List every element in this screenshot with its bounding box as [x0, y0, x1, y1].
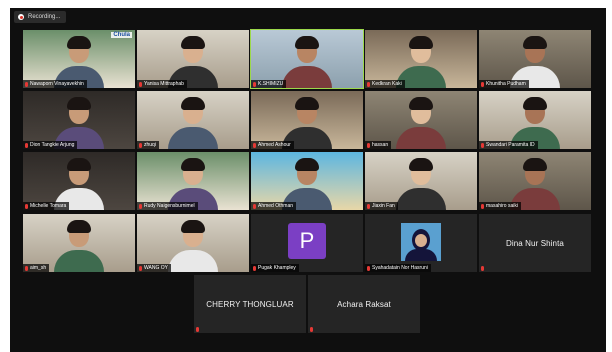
participant-name-tag: K.SHIMIZU: [251, 80, 287, 88]
participant-name-tag: Pugak Khampley: [251, 264, 299, 272]
participant-tile[interactable]: Swandari Paramita ID: [479, 91, 591, 149]
participant-tile[interactable]: Jiaxin Fan: [365, 152, 477, 210]
participant-name-tag: Nawaporn Vinayavekhin: [23, 80, 87, 88]
participant-name: masahiro saiki: [486, 203, 518, 209]
participant-name: Rudy Naigensburnimel: [144, 203, 195, 209]
mic-muted-icon: [253, 265, 256, 271]
mic-muted-icon: [481, 81, 484, 87]
participant-tile[interactable]: P Pugak Khampley: [251, 214, 363, 272]
participant-name-tag: Swandari Paramita ID: [479, 141, 538, 149]
participant-name-tag: Yanisa Mittraphab: [137, 80, 187, 88]
mic-muted-icon: [196, 326, 199, 332]
university-logo: Chula: [111, 32, 132, 38]
recording-indicator[interactable]: Recording...: [14, 11, 67, 23]
mic-muted-icon: [25, 142, 28, 148]
mic-muted-icon: [481, 265, 484, 271]
participant-tile[interactable]: hassan: [365, 91, 477, 149]
participant-tile[interactable]: K.SHIMIZU: [250, 29, 364, 89]
participant-name-tag: Dion Tangkie Arjung: [23, 141, 78, 149]
participant-name: Yanisa Mittraphab: [144, 81, 184, 87]
participant-tile[interactable]: Yanisa Mittraphab: [137, 30, 249, 88]
participant-name-tag: [194, 325, 202, 333]
profile-photo: [401, 223, 441, 261]
participant-display-name: Achara Raksat: [337, 299, 391, 309]
participant-name: Syahadatain Nor Hasruni: [372, 265, 428, 271]
participant-name-tag: Ahmed Ashour: [251, 141, 294, 149]
participant-tile[interactable]: Khunitha Pudham: [479, 30, 591, 88]
participant-name-tag: Kedkran Kaki: [365, 80, 405, 88]
participant-name: Dion Tangkie Arjung: [30, 142, 75, 148]
participant-name-tag: WANG OY: [137, 264, 171, 272]
participant-name: K.SHIMIZU: [258, 81, 284, 87]
record-icon: [18, 14, 24, 20]
mic-muted-icon: [367, 81, 370, 87]
participant-name-tag: Khunitha Pudham: [479, 80, 529, 88]
mic-muted-icon: [481, 142, 484, 148]
participant-name-tag: Jiaxin Fan: [365, 202, 398, 210]
mic-muted-icon: [481, 203, 484, 209]
participant-name: Michelle Tomara: [30, 203, 67, 209]
participant-name: Kedkran Kaki: [372, 81, 402, 87]
participant-tile[interactable]: WANG OY: [137, 214, 249, 272]
participant-name: Ahmed Ashour: [258, 142, 291, 148]
participant-name: WANG OY: [144, 265, 168, 271]
participant-tile[interactable]: Chula Nawaporn Vinayavekhin: [23, 30, 135, 88]
mic-muted-icon: [367, 203, 370, 209]
participant-name: Khunitha Pudham: [486, 81, 526, 87]
participant-name: Jiaxin Fan: [372, 203, 395, 209]
mic-muted-icon: [253, 142, 256, 148]
mic-muted-icon: [310, 326, 313, 332]
participant-name: Swandari Paramita ID: [486, 142, 535, 148]
mic-muted-icon: [253, 203, 256, 209]
participant-name-tag: Ahmed Othman: [251, 202, 297, 210]
participant-tile[interactable]: zhuqi: [137, 91, 249, 149]
participant-tile[interactable]: CHERRY THONGLUAR: [194, 275, 306, 333]
participant-tile[interactable]: aim_sh: [23, 214, 135, 272]
participant-tile[interactable]: Syahadatain Nor Hasruni: [365, 214, 477, 272]
mic-muted-icon: [367, 142, 370, 148]
mic-muted-icon: [139, 142, 142, 148]
participant-name-tag: aim_sh: [23, 264, 50, 272]
participant-tile[interactable]: masahiro saiki: [479, 152, 591, 210]
participant-name: Pugak Khampley: [258, 265, 296, 271]
participant-name-tag: [308, 325, 316, 333]
participant-tile[interactable]: Rudy Naigensburnimel: [137, 152, 249, 210]
mic-muted-icon: [139, 203, 142, 209]
participant-display-name: CHERRY THONGLUAR: [206, 299, 294, 309]
participant-tile[interactable]: Kedkran Kaki: [365, 30, 477, 88]
participant-name-tag: Rudy Naigensburnimel: [137, 202, 198, 210]
mic-muted-icon: [25, 203, 28, 209]
mic-muted-icon: [139, 265, 142, 271]
participant-name: Ahmed Othman: [258, 203, 294, 209]
mic-muted-icon: [367, 265, 370, 271]
mic-muted-icon: [253, 81, 256, 87]
mic-muted-icon: [139, 81, 142, 87]
participant-name: Nawaporn Vinayavekhin: [30, 81, 84, 87]
participant-name-tag: Michelle Tomara: [23, 202, 70, 210]
participant-name: hassan: [372, 142, 389, 148]
participant-name: aim_sh: [30, 265, 47, 271]
meeting-gallery-view: Recording... Chula Nawaporn Vinayavekhin Y…: [10, 8, 606, 352]
participant-name: zhuqi: [144, 142, 156, 148]
participant-tile[interactable]: Dion Tangkie Arjung: [23, 91, 135, 149]
mic-muted-icon: [25, 81, 28, 87]
participant-name-tag: [479, 264, 487, 272]
participant-tile[interactable]: Dina Nur Shinta: [479, 214, 591, 272]
participant-tile[interactable]: Ahmed Othman: [251, 152, 363, 210]
recording-label: Recording...: [28, 14, 61, 20]
participant-display-name: Dina Nur Shinta: [506, 238, 564, 248]
participant-tile[interactable]: Ahmed Ashour: [251, 91, 363, 149]
participant-name-tag: Syahadatain Nor Hasruni: [365, 264, 431, 272]
avatar: P: [288, 223, 326, 259]
participant-name-tag: masahiro saiki: [479, 202, 521, 210]
participant-name-tag: hassan: [365, 141, 392, 149]
participant-tile[interactable]: Achara Raksat: [308, 275, 420, 333]
mic-muted-icon: [25, 265, 28, 271]
participant-name-tag: zhuqi: [137, 141, 159, 149]
participant-tile[interactable]: Michelle Tomara: [23, 152, 135, 210]
